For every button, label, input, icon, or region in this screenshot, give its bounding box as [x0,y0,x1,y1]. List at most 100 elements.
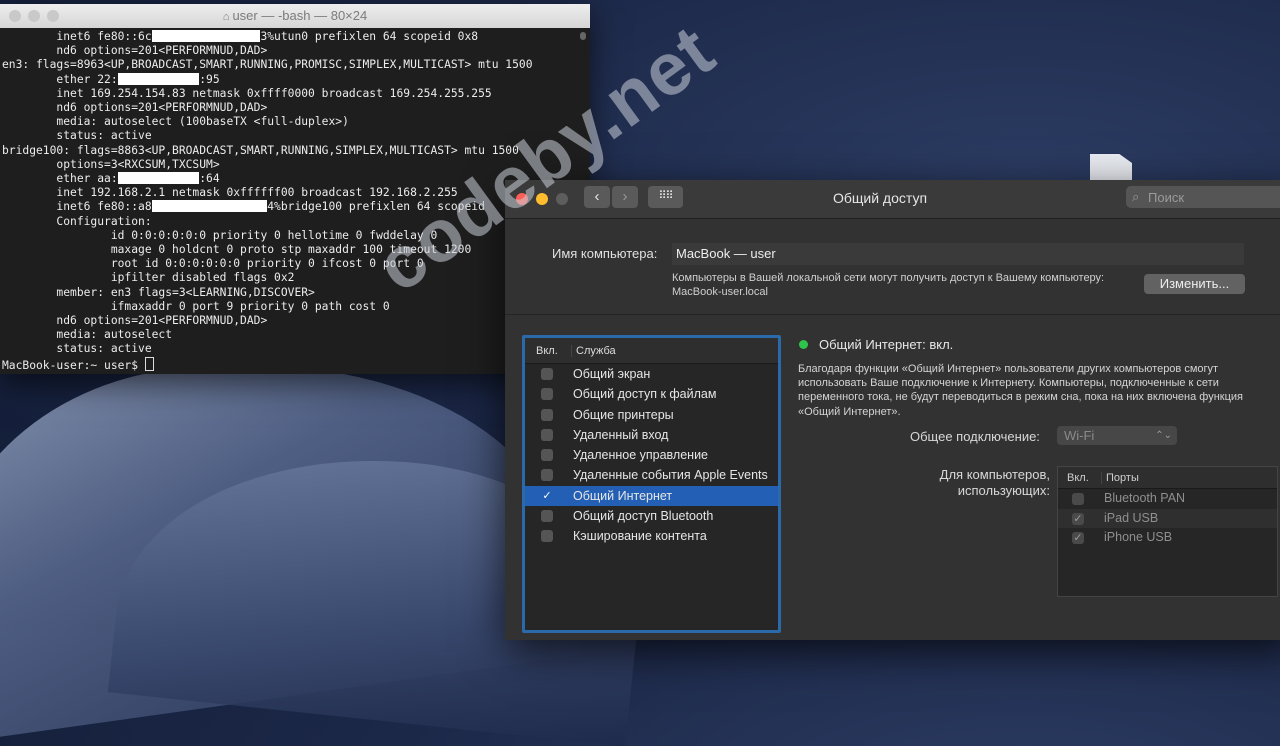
divider [505,314,1280,315]
service-row[interactable]: Общий экран [525,364,778,384]
terminal-output[interactable]: inet6 fe80::6c 3%utun0 prefixlen 64 scope… [0,28,590,372]
computer-name-description: Компьютеры в Вашей локальной сети могут … [672,272,1105,298]
terminal-text: id 0:0:0:0:0:0 priority 0 hellotime 0 fw… [2,228,438,242]
service-checkbox[interactable] [541,428,553,441]
zoom-button[interactable] [47,10,59,22]
terminal-text: nd6 options=201<PERFORMNUD,DAD> [2,101,268,115]
service-checkbox[interactable] [541,510,553,523]
terminal-line: media: autoselect [2,328,172,341]
ports-list[interactable]: Вкл. Порты Bluetooth PAN ✓ iPad USB ✓ iPhone… [1057,466,1278,597]
share-connection-select[interactable]: Wi-Fi ⌃⌄ [1057,426,1177,445]
terminal-line: status: active [2,342,152,356]
terminal-titlebar[interactable]: ⌂ user — -bash — 80×24 [0,4,590,28]
service-row[interactable]: Общий доступ к файлам [525,384,778,404]
service-row[interactable]: ✓ Общий Интернет [525,485,778,507]
search-icon: ⌕ [1132,189,1140,204]
service-row[interactable]: Общий доступ Bluetooth [525,506,778,526]
service-row[interactable]: Удаленный вход [525,425,778,445]
redaction-box [151,30,261,42]
terminal-cursor [144,356,154,371]
terminal-line: MacBook-user:~ user$ [2,356,154,372]
search-field[interactable]: ⌕ [1126,186,1280,208]
terminal-text: inet6 fe80::6c [2,30,152,43]
terminal-text: status: active [2,342,152,356]
ports-label: Для компьютеров, использующих: [910,467,1050,499]
home-folder-icon: ⌂ [222,11,233,23]
service-checkbox[interactable] [541,449,553,462]
terminal-text: status: active [2,129,152,143]
terminal-line: root id 0:0:0:0:0:0 priority 0 ifcost 0 … [2,257,424,270]
terminal-text: media: autoselect [2,328,173,342]
port-row[interactable]: ✓ iPad USB [1058,508,1277,528]
terminal-text: nd6 options=201<PERFORMNUD,DAD> [2,44,268,58]
terminal-line: media: autoselect (100baseTX <full-duple… [2,115,348,128]
services-header: Вкл. Служба [525,338,778,364]
terminal-line: maxage 0 holdcnt 0 proto stp maxaddr 100… [2,243,471,256]
service-row[interactable]: Общие принтеры [525,405,778,425]
service-checkbox[interactable] [541,469,553,482]
service-label: Кэширование контента [573,529,707,544]
service-row[interactable]: Удаленное управление [525,445,778,465]
terminal-line: nd6 options=201<PERFORMNUD,DAD> [2,44,267,57]
updown-arrows-icon: ⌃⌄ [1155,430,1172,441]
terminal-line: ether 22::95 [2,72,220,86]
terminal-line: ipfilter disabled flags 0x2 [2,271,295,285]
search-input[interactable] [1148,186,1278,208]
terminal-text: member: en3 flags=3<LEARNING,DISCOVER> [2,285,315,299]
column-header-on[interactable]: Вкл. [536,345,558,357]
terminal-text: Configuration: [2,214,152,228]
port-checkbox[interactable]: ✓ [1072,532,1084,544]
redaction-box [117,72,200,85]
status-indicator [799,340,808,349]
column-header-ports[interactable]: Порты [1101,472,1139,484]
window-toolbar[interactable]: ‹ › ⠿⠿ Общий доступ ⌕ [505,180,1280,219]
terminal-text: inet6 fe80::a8 [2,200,152,214]
ports-label-line2: использующих: [957,483,1050,498]
close-button[interactable] [9,10,21,22]
column-header-on[interactable]: Вкл. [1067,472,1089,484]
service-label: Удаленный вход [573,427,669,442]
computer-name-field[interactable]: MacBook — user [672,243,1244,265]
redaction-box [151,200,268,213]
service-label: Удаленные события Apple Events [573,468,768,483]
share-connection-value: Wi-Fi [1064,428,1095,443]
service-checkbox[interactable] [541,408,553,421]
terminal-window: ⌂ user — -bash — 80×24 inet6 fe80::6c 3%u… [0,4,590,374]
ports-label-line1: Для компьютеров, [939,467,1050,482]
terminal-text: options=3<RXCSUM,TXCSUM> [2,157,220,171]
terminal-text: ipfilter disabled flags 0x2 [2,271,295,285]
service-row[interactable]: Кэширование контента [525,526,778,546]
service-description: Благодаря функции «Общий Интернет» польз… [798,363,1244,418]
redaction-box [117,172,200,185]
service-label: Общий Интернет [573,488,673,503]
service-row[interactable]: Удаленные события Apple Events [525,465,778,485]
service-label: Общий экран [573,367,651,381]
port-label: iPhone USB [1104,530,1173,544]
terminal-line: bridge100: flags=8863<UP,BROADCAST,SMART… [2,144,519,157]
service-checkbox[interactable]: ✓ [541,490,553,502]
terminal-text: 4%bridge100 prefixlen 64 scopeid [267,200,485,214]
service-checkbox[interactable] [541,530,553,543]
terminal-text: ether aa: [2,172,118,186]
port-checkbox[interactable]: ✓ [1072,512,1084,525]
column-header-service[interactable]: Служба [571,345,616,357]
terminal-text: maxage 0 holdcnt 0 proto stp maxaddr 100… [2,243,472,257]
terminal-line: options=3<RXCSUM,TXCSUM> [2,157,220,171]
service-checkbox[interactable] [541,368,553,380]
service-checkbox[interactable] [541,388,553,401]
terminal-text: inet 169.254.154.83 netmask 0xffff0000 b… [2,86,492,100]
minimize-button[interactable] [28,10,40,22]
service-label: Общий доступ к файлам [573,387,717,402]
change-button[interactable]: Изменить... [1144,274,1245,294]
scrollbar[interactable] [580,32,586,40]
terminal-line: inet6 fe80::6c 3%utun0 prefixlen 64 scope… [2,30,478,43]
terminal-line: ifmaxaddr 0 port 9 priority 0 path cost … [2,300,390,313]
port-label: Bluetooth PAN [1104,491,1186,505]
port-row[interactable]: ✓ iPhone USB [1058,528,1277,548]
port-row[interactable]: Bluetooth PAN [1058,489,1277,509]
services-list[interactable]: Вкл. Служба Общий экран Общий доступ к фа… [522,335,781,633]
share-connection-label: Общее подключение: [910,429,1040,444]
port-checkbox[interactable] [1072,493,1084,505]
service-label: Удаленное управление [573,448,708,463]
terminal-line: status: active [2,129,152,143]
